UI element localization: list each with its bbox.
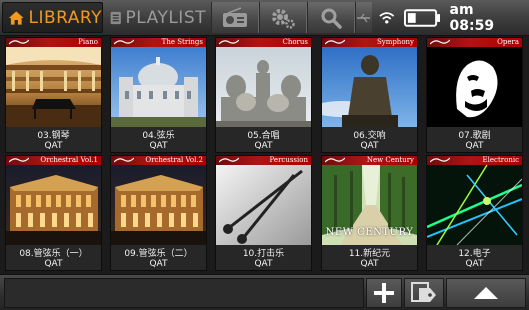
album-cover bbox=[6, 165, 101, 245]
album-tile[interactable]: Chorus 05.合唱 QAT bbox=[215, 37, 312, 153]
album-name: 05.合唱 bbox=[247, 131, 280, 141]
home-icon bbox=[8, 10, 24, 25]
album-artist: QAT bbox=[44, 141, 63, 151]
add-icon bbox=[374, 283, 394, 303]
album-grid: Piano 03.钢琴 QAT The Strings 04.弦乐 QAT Chorus 05… bbox=[3, 37, 526, 273]
radio-button[interactable] bbox=[211, 2, 259, 33]
brand-logo bbox=[325, 39, 345, 45]
settings-icon bbox=[272, 8, 295, 29]
album-tile[interactable]: Percussion 10.打击乐 QAT bbox=[215, 155, 312, 271]
tab-library-label: LIBRARY bbox=[28, 7, 102, 28]
album-cover bbox=[6, 47, 101, 127]
album-cover bbox=[427, 165, 522, 245]
brand-logo bbox=[219, 157, 239, 163]
album-name: 08.管弦乐（一） bbox=[19, 249, 88, 259]
wifi-icon bbox=[379, 12, 395, 24]
album-series-title: The Strings bbox=[161, 38, 203, 46]
album-name: 07.歌剧 bbox=[458, 131, 491, 141]
album-cover bbox=[216, 47, 311, 127]
album-series-title: Opera bbox=[497, 38, 519, 46]
album-banner: The Strings bbox=[111, 38, 206, 47]
album-banner: New Century bbox=[322, 156, 417, 165]
album-tile[interactable]: Opera 07.歌剧 QAT bbox=[426, 37, 523, 153]
tab-playlist-label: PLAYLIST bbox=[125, 7, 206, 28]
album-cover bbox=[322, 47, 417, 127]
album-banner: Orchestral Vol.1 bbox=[6, 156, 101, 165]
album-artist: QAT bbox=[254, 259, 273, 269]
album-series-title: Chorus bbox=[282, 38, 308, 46]
album-series-title: Orchestral Vol.2 bbox=[145, 156, 203, 164]
brand-logo bbox=[430, 157, 450, 163]
battery-icon bbox=[403, 8, 440, 27]
album-artist: QAT bbox=[149, 259, 168, 269]
album-artist: QAT bbox=[149, 141, 168, 151]
brand-logo bbox=[9, 157, 29, 163]
album-series-title: New Century bbox=[366, 156, 414, 164]
album-banner: Orchestral Vol.2 bbox=[111, 156, 206, 165]
album-banner: Percussion bbox=[216, 156, 311, 165]
brand-logo bbox=[9, 39, 29, 45]
album-tile[interactable]: New Century NEW CENTURY 11.新纪元 QAT bbox=[321, 155, 418, 271]
album-tile[interactable]: Symphony 06.交响 QAT bbox=[321, 37, 418, 153]
add-button[interactable] bbox=[366, 278, 402, 308]
tag-button[interactable] bbox=[404, 278, 444, 308]
tab-library[interactable]: LIBRARY bbox=[2, 2, 103, 33]
search-button[interactable] bbox=[307, 2, 355, 33]
brand-logo bbox=[430, 39, 450, 45]
brand-logo bbox=[114, 39, 134, 45]
album-tile[interactable]: Electronic 12.电子 QAT bbox=[426, 155, 523, 271]
album-name: 09.管弦乐（二） bbox=[124, 249, 193, 259]
album-name: 04.弦乐 bbox=[142, 131, 175, 141]
search-icon bbox=[321, 8, 342, 29]
bottom-bar bbox=[0, 274, 529, 310]
album-artist: QAT bbox=[360, 259, 379, 269]
album-cover: NEW CENTURY bbox=[322, 165, 417, 245]
album-tile[interactable]: The Strings 04.弦乐 QAT bbox=[110, 37, 207, 153]
album-series-title: Electronic bbox=[482, 156, 519, 164]
album-banner: Electronic bbox=[427, 156, 522, 165]
bottom-bar-empty-area bbox=[4, 278, 364, 308]
album-banner: Opera bbox=[427, 38, 522, 47]
radio-icon bbox=[223, 6, 247, 27]
album-artist: QAT bbox=[360, 141, 379, 151]
album-artist: QAT bbox=[465, 259, 484, 269]
top-bar: LIBRARY PLAYLIST am 08:59 bbox=[0, 0, 529, 36]
tag-icon bbox=[411, 282, 436, 302]
album-name: 12.电子 bbox=[458, 249, 491, 259]
album-banner: Symphony bbox=[322, 38, 417, 47]
album-name: 10.打击乐 bbox=[242, 249, 285, 259]
clock: am 08:59 bbox=[449, 1, 495, 34]
usb-icon bbox=[357, 13, 370, 22]
album-name: 03.钢琴 bbox=[37, 131, 70, 141]
album-series-title: Symphony bbox=[376, 38, 414, 46]
album-tile[interactable]: Orchestral Vol.1 08.管弦乐（一） QAT bbox=[5, 155, 102, 271]
album-cover bbox=[111, 47, 206, 127]
brand-logo bbox=[114, 157, 134, 163]
album-series-title: Piano bbox=[78, 38, 98, 46]
album-artist: QAT bbox=[44, 259, 63, 269]
up-arrow-icon bbox=[474, 287, 498, 299]
album-cover bbox=[111, 165, 206, 245]
album-cover bbox=[216, 165, 311, 245]
settings-button[interactable] bbox=[259, 2, 307, 33]
status-area: am 08:59 bbox=[379, 1, 529, 34]
playlist-icon bbox=[110, 11, 121, 24]
album-artist: QAT bbox=[254, 141, 273, 151]
brand-logo bbox=[219, 39, 239, 45]
album-series-title: Percussion bbox=[269, 156, 308, 164]
usb-button[interactable] bbox=[355, 2, 372, 33]
album-name: 11.新纪元 bbox=[348, 249, 391, 259]
album-tile[interactable]: Orchestral Vol.2 09.管弦乐（二） QAT bbox=[110, 155, 207, 271]
album-cover bbox=[427, 47, 522, 127]
album-series-title: Orchestral Vol.1 bbox=[40, 156, 98, 164]
tab-playlist[interactable]: PLAYLIST bbox=[104, 2, 206, 33]
album-tile[interactable]: Piano 03.钢琴 QAT bbox=[5, 37, 102, 153]
album-banner: Chorus bbox=[216, 38, 311, 47]
album-cover-text: NEW CENTURY bbox=[325, 227, 414, 238]
brand-logo bbox=[325, 157, 345, 163]
scroll-up-button[interactable] bbox=[446, 278, 526, 308]
album-banner: Piano bbox=[6, 38, 101, 47]
album-name: 06.交响 bbox=[353, 131, 386, 141]
album-artist: QAT bbox=[465, 141, 484, 151]
